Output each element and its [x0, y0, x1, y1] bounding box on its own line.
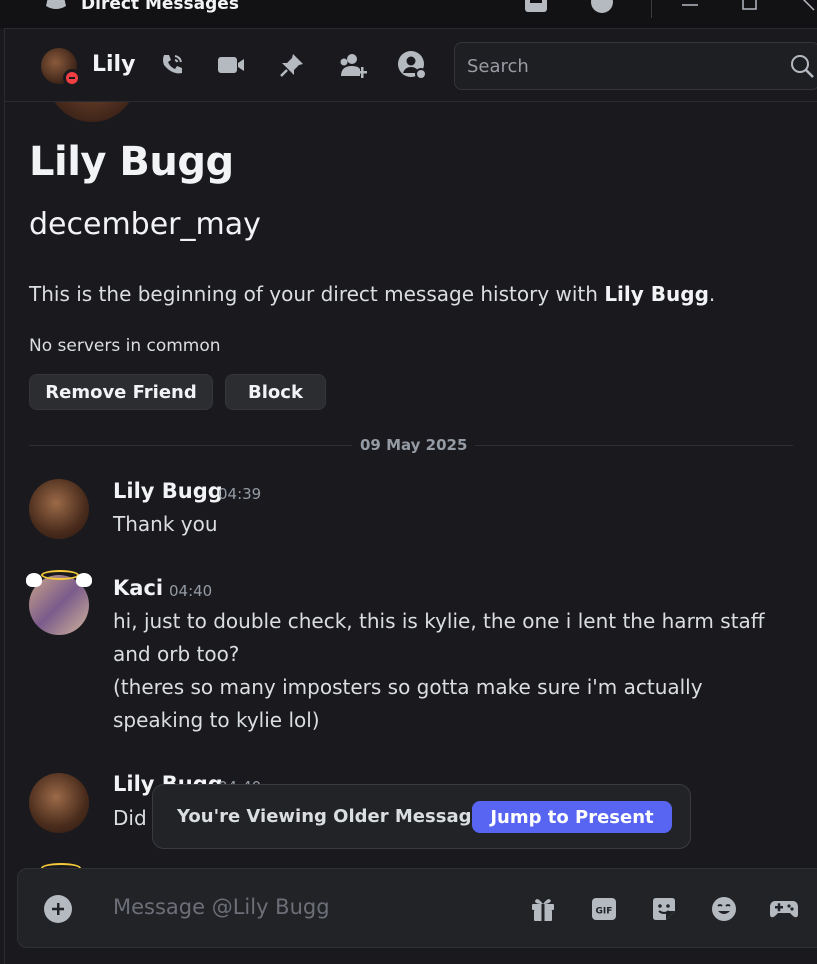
- gif-icon[interactable]: GIF: [588, 893, 620, 925]
- avatar[interactable]: [29, 773, 89, 833]
- jump-to-present-button[interactable]: Jump to Present: [472, 801, 672, 833]
- message-composer[interactable]: Message @Lily Bugg GIF: [17, 868, 817, 948]
- avatar-wing-decoration: [76, 573, 92, 587]
- mutual-servers-text: No servers in common: [29, 336, 221, 356]
- profile-username: december_may: [29, 207, 261, 242]
- older-messages-bar: You're Viewing Older Messages Jump to Pr…: [152, 784, 691, 849]
- block-button[interactable]: Block: [225, 374, 326, 410]
- avatar-halo-decoration: [41, 570, 79, 580]
- remove-friend-button[interactable]: Remove Friend: [29, 374, 213, 410]
- header-username[interactable]: Lily: [92, 52, 135, 77]
- date-divider: 09 May 2025: [352, 436, 476, 454]
- intro-suffix: .: [708, 282, 716, 306]
- user-profile-icon[interactable]: [396, 49, 428, 81]
- message-line: hi, just to double check, this is kylie,…: [113, 609, 765, 633]
- message-timestamp: 04:39: [218, 485, 262, 503]
- search-placeholder: Search: [467, 56, 529, 77]
- inbox-icon[interactable]: [522, 0, 550, 16]
- discord-logo-icon: [46, 0, 66, 9]
- message-input[interactable]: Message @Lily Bugg: [113, 895, 330, 919]
- maximize-icon[interactable]: [740, 0, 760, 12]
- dm-channel: Lily Search Lily Bugg december_may This …: [4, 28, 817, 964]
- intro-name: Lily Bugg: [604, 282, 709, 306]
- message-line: (theres so many imposters so gotta make …: [113, 675, 703, 699]
- intro-prefix: This is the beginning of your direct mes…: [29, 282, 605, 306]
- add-friends-icon[interactable]: [336, 49, 368, 81]
- minimize-icon[interactable]: [680, 0, 700, 10]
- window-title: Direct Messages: [81, 0, 239, 14]
- search-input[interactable]: Search: [454, 42, 817, 90]
- message-line: and orb too?: [113, 642, 240, 666]
- message-timestamp: 04:40: [169, 582, 213, 600]
- channel-header: Lily Search: [5, 29, 817, 102]
- message-line: speaking to kylie lol): [113, 708, 320, 732]
- emoji-icon[interactable]: [708, 893, 740, 925]
- gif-label: GIF: [596, 907, 613, 917]
- message-author[interactable]: Lily Bugg: [113, 479, 223, 503]
- activities-icon[interactable]: [768, 893, 800, 925]
- title-bar: Direct Messages: [0, 0, 817, 28]
- upload-plus-icon[interactable]: [44, 895, 72, 923]
- search-icon: [791, 55, 814, 78]
- sticker-icon[interactable]: [648, 893, 680, 925]
- profile-display-name: Lily Bugg: [29, 139, 234, 185]
- older-messages-label: You're Viewing Older Messages: [177, 806, 495, 827]
- pinned-messages-icon[interactable]: [276, 49, 308, 81]
- video-call-icon[interactable]: [215, 49, 247, 81]
- phone-call-icon[interactable]: [156, 49, 188, 81]
- avatar-wing-decoration: [26, 573, 42, 587]
- message-text: Thank you: [113, 512, 218, 536]
- avatar[interactable]: [29, 479, 89, 539]
- gift-icon[interactable]: [527, 893, 559, 925]
- close-icon[interactable]: [800, 0, 817, 12]
- titlebar-separator: [651, 0, 652, 18]
- message-author[interactable]: Kaci: [113, 576, 163, 600]
- dnd-status-icon: [63, 69, 81, 87]
- dm-intro-text: This is the beginning of your direct mes…: [29, 282, 715, 306]
- message-text: hi, just to double check, this is kylie,…: [113, 605, 793, 737]
- help-icon[interactable]: [588, 0, 616, 16]
